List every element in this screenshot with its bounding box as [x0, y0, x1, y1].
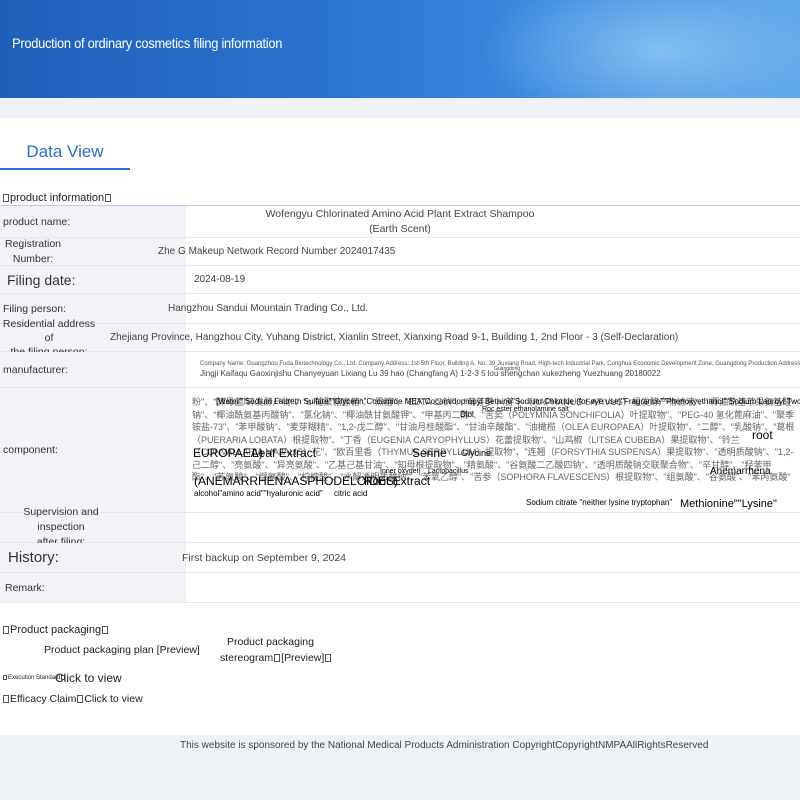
- component-value: 粉"、"酵母菌/锌发酵产物"、"α-葡聚糖寡糖"、"黑糖"、"EDTA 二钠"、…: [186, 388, 800, 512]
- address-label-line1: Residential address of: [2, 317, 96, 344]
- product-name-value: Wofengyu Chlorinated Amino Acid Plant Ex…: [186, 206, 800, 237]
- component-overlay-3: Roc ester ethanolamine salt: [482, 406, 569, 413]
- component-overlay-15: citric acid: [334, 489, 368, 498]
- product-info-table: product name: Wofengyu Chlorinated Amino…: [0, 205, 800, 603]
- stereogram-label-line1: Product packaging: [227, 636, 314, 648]
- manufacturer-value: Company Name: Guangzhou Fuda Biotechnolo…: [186, 352, 800, 387]
- stereogram-label-text: stereogram: [220, 652, 274, 664]
- remark-value: [186, 573, 800, 602]
- component-overlay-6: Leaf Extract: [252, 446, 317, 460]
- address-value: Zhejiang Province, Hangzhou City, Yuhang…: [110, 332, 679, 343]
- bracket-icon: [3, 675, 7, 680]
- remark-label: Remark:: [0, 573, 186, 602]
- registration-label-line2: Number:: [12, 252, 54, 265]
- row-component: component: 粉"、"酵母菌/锌发酵产物"、"α-葡聚糖寡糖"、"黑糖"…: [0, 388, 800, 513]
- execution-standard-label: Execution Standard: [8, 675, 61, 682]
- page-title: Production of ordinary cosmetics filing …: [12, 35, 283, 51]
- manufacturer-small-text: Guangdong: [494, 365, 521, 372]
- footer: This website is sponsored by the Nationa…: [0, 735, 800, 800]
- component-overlay-4: root: [752, 428, 773, 442]
- page: Production of ordinary cosmetics filing …: [0, 0, 800, 800]
- stereogram-label-line2: stereogram [Preview]: [220, 652, 332, 664]
- registration-label-line1: Registration: [4, 237, 62, 250]
- row-product-name: product name: Wofengyu Chlorinated Amino…: [0, 206, 800, 238]
- supervision-value: [186, 513, 800, 542]
- filing-date-value: 2024-08-19: [194, 274, 246, 285]
- bracket-icon: [102, 626, 109, 635]
- bracket-icon: [105, 194, 112, 203]
- efficacy-claim-row: Efficacy Claim Click to view: [2, 693, 143, 705]
- packaging-section-title: Product packaging: [2, 624, 109, 636]
- product-name-label: product name:: [0, 206, 186, 237]
- filing-date-label: Filing date:: [0, 266, 186, 293]
- component-overlay-7: Serine: [412, 446, 447, 460]
- component-overlay-2: Diol: [460, 410, 474, 419]
- bracket-icon: [325, 654, 332, 663]
- component-overlay-10: Lactobacillus: [428, 468, 469, 475]
- filing-person-value: Hangzhou Sandui Mountain Trading Co., Lt…: [168, 303, 369, 314]
- row-history: History: First backup on September 9, 20…: [0, 543, 800, 573]
- row-address: Residential address of the filing person…: [0, 318, 800, 358]
- product-name-line2: (Earth Scent): [369, 222, 431, 235]
- efficacy-claim-link[interactable]: Click to view: [84, 693, 142, 705]
- manufacturer-label: manufacturer:: [0, 352, 186, 387]
- manufacturer-text: Company Name: Guangzhou Fuda Biotechnolo…: [186, 360, 800, 380]
- execution-standard-link[interactable]: Click to view: [55, 671, 122, 685]
- row-manufacturer: manufacturer: Company Name: Guangzhou Fu…: [0, 352, 800, 388]
- component-text-area: 粉"、"酵母菌/锌发酵产物"、"α-葡聚糖寡糖"、"黑糖"、"EDTA 二钠"、…: [186, 388, 800, 512]
- component-overlay-14: alcohol"amino acid""hyaluronic acid": [194, 489, 323, 498]
- bracket-icon: [3, 194, 9, 203]
- row-filing-date: Filing date: 2024-08-19: [0, 266, 800, 294]
- registration-value: Zhe G Makeup Network Record Number 20240…: [158, 246, 396, 257]
- bracket-icon: [3, 695, 9, 704]
- registration-label: Registration Number:: [0, 238, 66, 265]
- product-name-line1: Wofengyu Chlorinated Amino Acid Plant Ex…: [265, 207, 535, 220]
- product-info-title-text: product information: [10, 192, 105, 204]
- component-label: component:: [0, 388, 186, 512]
- row-registration: Registration Number: Zhe G Makeup Networ…: [0, 238, 800, 266]
- address-label: Residential address of the filing person…: [0, 318, 98, 358]
- component-overlay-8: Glycine: [461, 448, 492, 458]
- banner-glow: [480, 0, 800, 98]
- header-banner: Production of ordinary cosmetics filing …: [0, 0, 800, 98]
- packaging-plan-preview-link[interactable]: Product packaging plan [Preview]: [44, 644, 200, 656]
- footer-copyright: This website is sponsored by the Nationa…: [180, 740, 709, 751]
- component-overlay-16: Sodium citrate "neither lysine tryptopha…: [526, 498, 673, 507]
- tab-data-view[interactable]: Data View: [0, 138, 130, 170]
- row-remark: Remark:: [0, 573, 800, 603]
- supervision-label-line1: Supervision and inspection: [23, 506, 99, 533]
- manufacturer-line2-text: Jingji Kaifaqu Gaoxinjishu Chanyeyuan Li…: [200, 368, 661, 378]
- efficacy-claim-label: Efficacy Claim: [10, 693, 77, 705]
- row-filing-person: Filing person: Hangzhou Sandui Mountain …: [0, 294, 800, 324]
- component-overlay-13: Root Extract: [364, 474, 431, 488]
- component-overlay-17: Methionine""Lysine": [680, 498, 777, 510]
- stereogram-preview-link[interactable]: [Preview]: [281, 652, 324, 664]
- component-overlay-11: Anemarrhena: [710, 466, 771, 477]
- row-supervision: Supervision and inspection after filing:: [0, 506, 800, 548]
- bracket-icon: [3, 626, 9, 635]
- bracket-icon: [274, 654, 281, 663]
- bracket-icon: [77, 695, 84, 704]
- product-info-section-title: product information: [2, 192, 112, 204]
- history-value: First backup on September 9, 2024: [182, 551, 347, 564]
- header-band: [0, 98, 800, 118]
- tab-bar: Data View: [0, 138, 800, 172]
- manufacturer-line2: Jingji Kaifaqu Gaoxinjishu Chanyeyuan Li…: [200, 366, 800, 380]
- history-label: History:: [0, 543, 186, 572]
- component-overlay-1: [Water""Sodium Laureth Sulfate""Glycerin…: [216, 397, 800, 406]
- supervision-label: Supervision and inspection after filing:: [0, 506, 122, 548]
- supervision-label-pad: [122, 513, 186, 542]
- packaging-title-text: Product packaging: [10, 624, 102, 636]
